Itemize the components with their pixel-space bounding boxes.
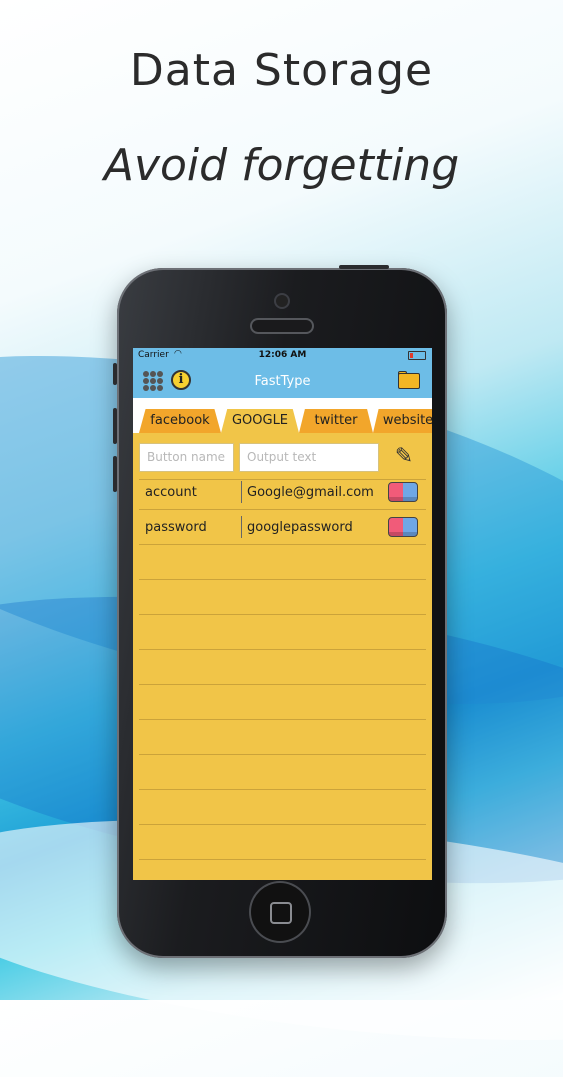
entry-separator: [241, 516, 242, 538]
tab-facebook[interactable]: facebook: [139, 409, 221, 433]
app-title: FastType: [254, 374, 311, 389]
status-time: 12:06 AM: [258, 350, 307, 360]
power-button: [339, 265, 389, 269]
eraser-toggle-icon[interactable]: [388, 517, 418, 537]
tab-website[interactable]: website: [373, 409, 432, 433]
category-tabs: facebook GOOGLE twitter website: [133, 409, 432, 433]
folder-icon[interactable]: [398, 371, 422, 389]
divider: [139, 614, 426, 615]
divider: [139, 649, 426, 650]
divider: [139, 859, 426, 860]
divider: [139, 544, 426, 545]
pencil-icon[interactable]: ✎: [391, 444, 417, 470]
output-text-input[interactable]: Output text: [239, 443, 379, 472]
entry-value: googlepassword: [247, 520, 353, 535]
headline-avoid-forgetting: Avoid forgetting: [103, 140, 460, 191]
app-screen: Carrier ◠ 12:06 AM i FastType facebook G…: [133, 348, 432, 880]
front-camera: [276, 295, 288, 307]
battery-icon: [408, 351, 426, 360]
button-name-input[interactable]: Button name: [139, 443, 234, 472]
navigation-bar: i FastType: [133, 364, 432, 398]
divider: [139, 684, 426, 685]
status-bar: Carrier ◠ 12:06 AM: [133, 348, 432, 364]
headline-data-storage: Data Storage: [129, 45, 434, 96]
volume-up-button: [113, 408, 117, 444]
divider: [139, 824, 426, 825]
eraser-toggle-icon[interactable]: [388, 482, 418, 502]
divider: [139, 479, 426, 480]
divider: [139, 719, 426, 720]
earpiece-speaker: [252, 320, 312, 332]
entry-label: password: [145, 520, 207, 535]
mute-switch: [113, 363, 117, 385]
tab-twitter[interactable]: twitter: [299, 409, 373, 433]
divider: [139, 754, 426, 755]
divider: [139, 789, 426, 790]
divider: [139, 579, 426, 580]
entry-label: account: [145, 485, 197, 500]
entry-separator: [241, 481, 242, 503]
phone-frame: Carrier ◠ 12:06 AM i FastType facebook G…: [113, 265, 447, 958]
entry-value: Google@gmail.com: [247, 485, 374, 500]
tab-google[interactable]: GOOGLE: [221, 409, 299, 433]
home-button[interactable]: [251, 883, 309, 941]
volume-down-button: [113, 456, 117, 492]
divider: [139, 509, 426, 510]
